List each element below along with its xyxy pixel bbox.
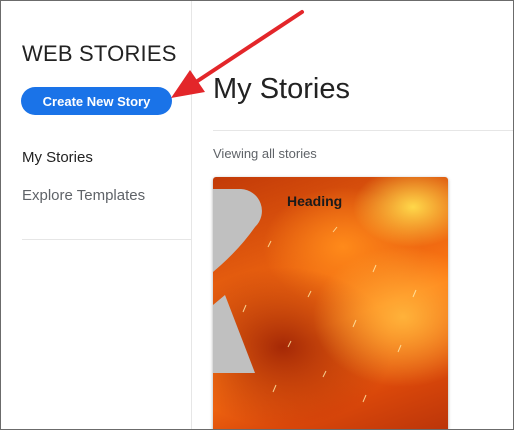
sidebar: WEB STORIES Create New Story My Stories … bbox=[1, 1, 192, 429]
view-filter-label: Viewing all stories bbox=[213, 146, 317, 161]
story-card-heading: Heading bbox=[287, 193, 343, 209]
sidebar-divider bbox=[22, 239, 191, 240]
create-new-story-button[interactable]: Create New Story bbox=[21, 87, 172, 115]
placeholder-circle-shape bbox=[213, 189, 262, 272]
main-content: My Stories Viewing all stories Heading bbox=[192, 1, 513, 429]
sidebar-item-my-stories[interactable]: My Stories bbox=[22, 149, 187, 167]
placeholder-triangle-shape bbox=[213, 295, 255, 373]
sidebar-item-explore-templates[interactable]: Explore Templates bbox=[22, 187, 187, 205]
story-card[interactable]: Heading bbox=[213, 177, 448, 429]
sidebar-nav: My Stories Explore Templates bbox=[22, 149, 187, 225]
story-card-artwork bbox=[213, 189, 417, 403]
app-window: WEB STORIES Create New Story My Stories … bbox=[0, 0, 514, 430]
page-title: My Stories bbox=[213, 73, 350, 105]
spark-particles bbox=[242, 226, 417, 403]
brand-title: WEB STORIES bbox=[22, 41, 177, 66]
title-divider bbox=[213, 130, 513, 131]
